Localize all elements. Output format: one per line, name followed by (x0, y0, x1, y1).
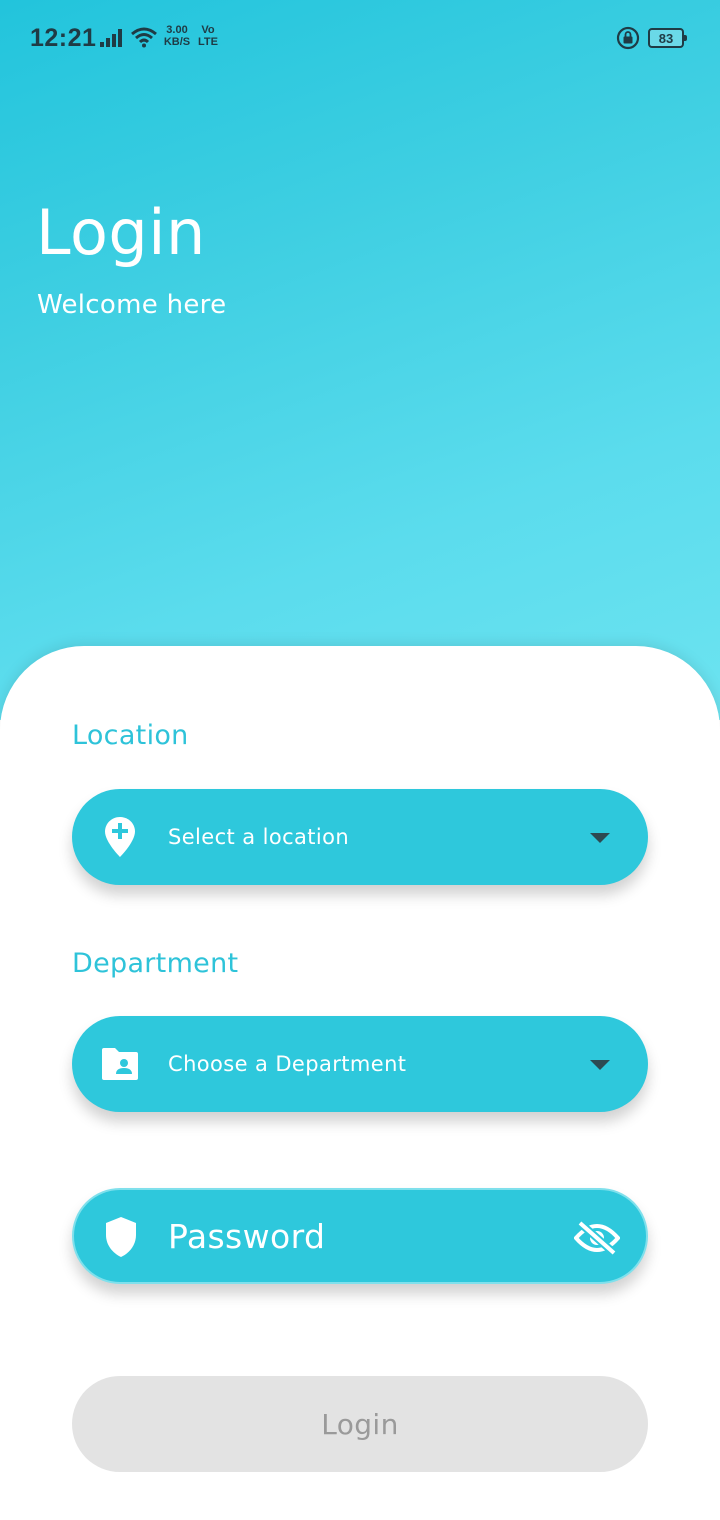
location-dropdown[interactable]: Select a location (72, 789, 648, 885)
network-speed: 3.00 KB/S (161, 24, 193, 48)
header-background (0, 0, 720, 720)
battery-indicator: 83 (648, 28, 687, 48)
location-label: Location (72, 720, 189, 751)
volte-top: Vo (201, 24, 215, 36)
password-field[interactable]: Password (72, 1188, 648, 1284)
login-button[interactable]: Login (72, 1376, 648, 1472)
page-title: Login (36, 196, 206, 269)
location-pin-plus-icon (104, 816, 136, 862)
status-bar: 12:21 3.00 KB/S Vo LTE 83 (0, 0, 720, 76)
network-speed-unit: KB/S (163, 36, 191, 48)
shield-icon (104, 1216, 138, 1262)
volte-indicator: Vo LTE (195, 24, 221, 48)
network-speed-value: 3.00 (166, 24, 188, 36)
cell-signal-icon (100, 29, 124, 51)
department-label: Department (72, 948, 239, 979)
wifi-icon (130, 26, 158, 52)
chevron-down-icon (590, 833, 610, 843)
folder-user-icon (100, 1047, 140, 1085)
status-time: 12:21 (30, 24, 97, 52)
password-placeholder: Password (168, 1216, 326, 1256)
page-subtitle: Welcome here (37, 290, 227, 320)
department-dropdown[interactable]: Choose a Department (72, 1016, 648, 1112)
chevron-down-icon (590, 1060, 610, 1070)
volte-bottom: LTE (198, 36, 218, 48)
location-placeholder: Select a location (168, 825, 350, 849)
eye-off-icon[interactable] (573, 1220, 621, 1260)
department-placeholder: Choose a Department (168, 1052, 407, 1076)
rotation-lock-icon (616, 26, 640, 54)
